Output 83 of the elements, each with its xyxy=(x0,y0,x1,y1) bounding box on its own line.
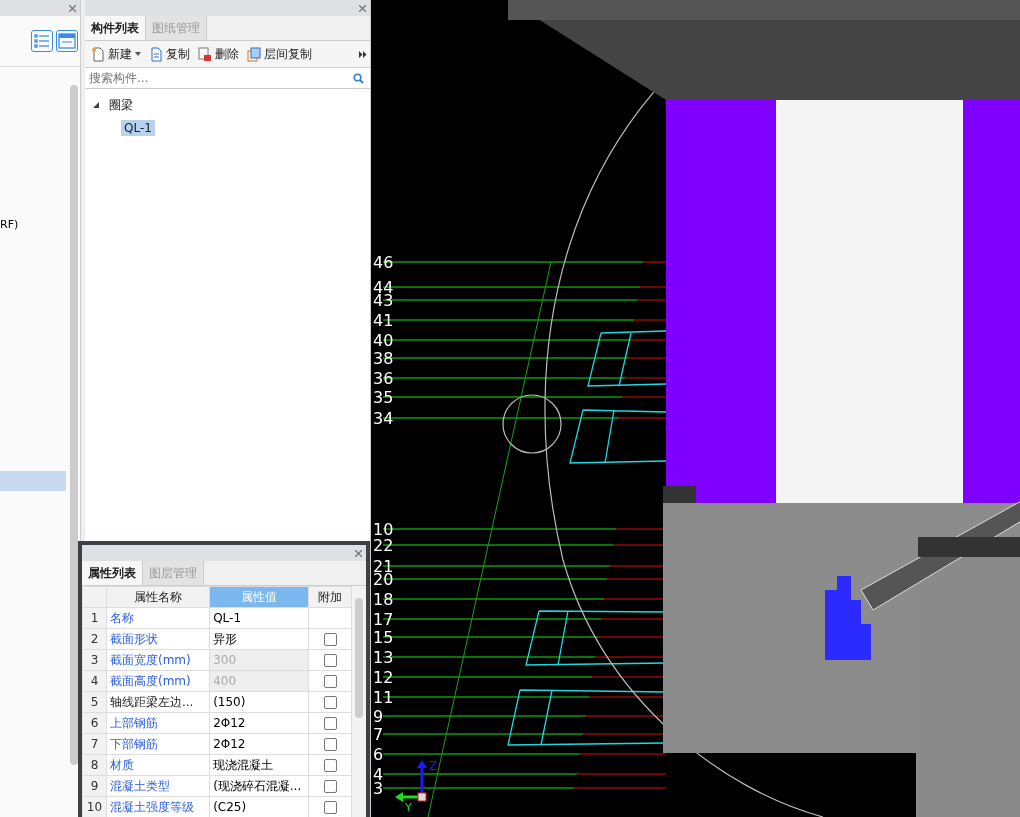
axis-label: 36 xyxy=(373,369,394,388)
table-cell[interactable]: (150) xyxy=(209,691,309,713)
axis-label: 10 xyxy=(373,520,394,539)
row-number: 8 xyxy=(82,754,107,776)
table-cell: 轴线距梁左边... xyxy=(106,691,210,713)
table-cell: 截面形状 xyxy=(106,628,210,650)
row-number: 5 xyxy=(82,691,107,713)
table-cell[interactable]: (现浇碎石混凝... xyxy=(209,775,309,797)
row-number: 10 xyxy=(82,796,107,817)
row-number: 4 xyxy=(82,670,107,692)
row-number: 3 xyxy=(82,649,107,671)
table-cell[interactable]: 2Φ12 xyxy=(209,733,309,755)
table-cell[interactable]: 2Φ12 xyxy=(209,712,309,734)
tree-item[interactable]: 圈梁 xyxy=(106,95,136,115)
search-field[interactable]: 搜索构件... xyxy=(87,70,353,86)
delete-icon xyxy=(198,46,212,62)
search-icon[interactable] xyxy=(353,72,364,84)
expand-icon[interactable] xyxy=(93,101,100,109)
checkbox[interactable] xyxy=(323,696,337,709)
axis-label: 35 xyxy=(373,388,394,407)
table-cell: 材质 xyxy=(106,754,210,776)
toolbar-button[interactable]: 删除 xyxy=(195,45,242,63)
axis-label: 11 xyxy=(373,688,394,707)
axis-label: 3 xyxy=(373,779,384,798)
checkbox[interactable] xyxy=(323,780,337,793)
circle-outline xyxy=(502,394,562,454)
panel-tab[interactable]: 属性列表 xyxy=(82,561,143,585)
table-cell: 名称 xyxy=(106,607,210,629)
table-cell: 上部钢筋 xyxy=(106,712,210,734)
row-number: 2 xyxy=(82,628,107,650)
window-view-icon[interactable] xyxy=(56,30,78,52)
axis-label: 41 xyxy=(373,311,394,330)
list-view-icon[interactable] xyxy=(31,30,53,52)
checkbox[interactable] xyxy=(323,801,337,814)
copy-icon xyxy=(247,46,261,62)
toolbar-button[interactable]: 复制 xyxy=(146,45,193,63)
checkbox[interactable] xyxy=(323,633,337,646)
axis-label: 40 xyxy=(373,331,394,350)
table-cell[interactable]: 现浇混凝土 xyxy=(209,754,309,776)
axis-label: 9 xyxy=(373,707,384,726)
close-icon[interactable] xyxy=(69,4,76,12)
axis-label: 18 xyxy=(373,590,394,609)
table-cell: 截面宽度(mm) xyxy=(106,649,210,671)
caret-icon[interactable] xyxy=(135,52,141,56)
close-icon[interactable] xyxy=(355,549,362,557)
scrollbar[interactable] xyxy=(70,85,78,765)
close-icon[interactable] xyxy=(359,4,366,12)
axis-label: 12 xyxy=(373,668,394,687)
axis-label: Z xyxy=(429,759,438,773)
checkbox[interactable] xyxy=(323,759,337,772)
new-document-icon xyxy=(91,46,105,62)
table-cell[interactable]: 异形 xyxy=(209,628,309,650)
axis-label: Y xyxy=(405,801,412,814)
document-icon xyxy=(149,46,163,62)
table-cell: 下部钢筋 xyxy=(106,733,210,755)
axis-label: 15 xyxy=(373,628,394,647)
table-cell: 截面高度(mm) xyxy=(106,670,210,692)
checkbox[interactable] xyxy=(323,717,337,730)
axis-label: 7 xyxy=(373,725,384,744)
row-number: 1 xyxy=(82,607,107,629)
axis-label: 22 xyxy=(373,536,394,555)
axis-label: 17 xyxy=(373,610,394,629)
axis-label: 38 xyxy=(373,349,394,368)
tree-row[interactable]: RF) xyxy=(0,215,66,235)
table-cell[interactable]: QL-1 xyxy=(209,607,309,629)
checkbox[interactable] xyxy=(323,738,337,751)
row-number: 6 xyxy=(82,712,107,734)
axis-label: 46 xyxy=(373,253,394,272)
panel-tab[interactable]: 构件列表 xyxy=(85,16,146,40)
column-header[interactable]: 属性名称 xyxy=(106,586,210,608)
axis-label: 13 xyxy=(373,648,394,667)
toolbar-button[interactable]: 层间复制 xyxy=(244,45,315,63)
column-header[interactable]: 附加 xyxy=(308,586,352,608)
row-number: 9 xyxy=(82,775,107,797)
axis-label: 6 xyxy=(373,745,384,764)
more-icon[interactable] xyxy=(359,50,367,58)
tree-item[interactable]: QL-1 xyxy=(121,120,155,136)
axis-triad-icon xyxy=(395,760,427,802)
row-number: 7 xyxy=(82,733,107,755)
scrollbar[interactable] xyxy=(352,586,366,817)
table-cell: 混凝土类型 xyxy=(106,775,210,797)
toolbar-button[interactable]: 新建 xyxy=(88,45,144,63)
axis-label: 34 xyxy=(373,409,394,428)
